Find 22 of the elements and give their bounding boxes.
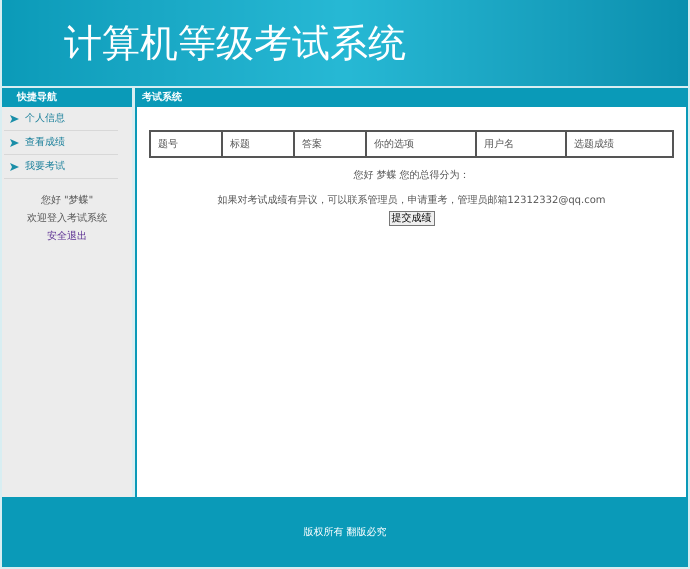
column-header: 答案 (295, 132, 367, 156)
logout-link[interactable]: 安全退出 (47, 229, 87, 244)
notice-text: 如果对考试成绩有异议，可以联系管理员，申请重考，管理员邮箱12312332@qq.com (217, 194, 606, 208)
copyright-text: 版权所有 翻版必究 (303, 526, 387, 540)
greeting-text: 您好 "梦蝶" (40, 194, 94, 208)
welcome-text: 欢迎登入考试系统 (27, 212, 107, 226)
arrow-icon (10, 162, 19, 170)
site-title: 计算机等级考试系统 (64, 24, 406, 62)
nav-link[interactable]: 我要考试 (4, 155, 118, 179)
column-header: 选题成绩 (573, 138, 615, 152)
column-header: 用户名 (477, 132, 567, 156)
column-header: 你的选项 (367, 132, 477, 156)
nav-link[interactable]: 查看成绩 (4, 131, 118, 155)
arrow-icon (10, 138, 19, 146)
panel-header: 考试系统 (137, 88, 686, 107)
arrow-icon (10, 114, 19, 122)
score-text: 您好 梦蝶 您的总得分为： (353, 168, 470, 183)
column-header: 题号 (151, 132, 223, 156)
nav-link[interactable]: 个人信息 (4, 107, 118, 131)
sidebar-header: 快捷导航 (2, 88, 132, 107)
submit-button[interactable]: 提交成绩 (388, 211, 434, 226)
column-header: 标题 (223, 132, 295, 156)
